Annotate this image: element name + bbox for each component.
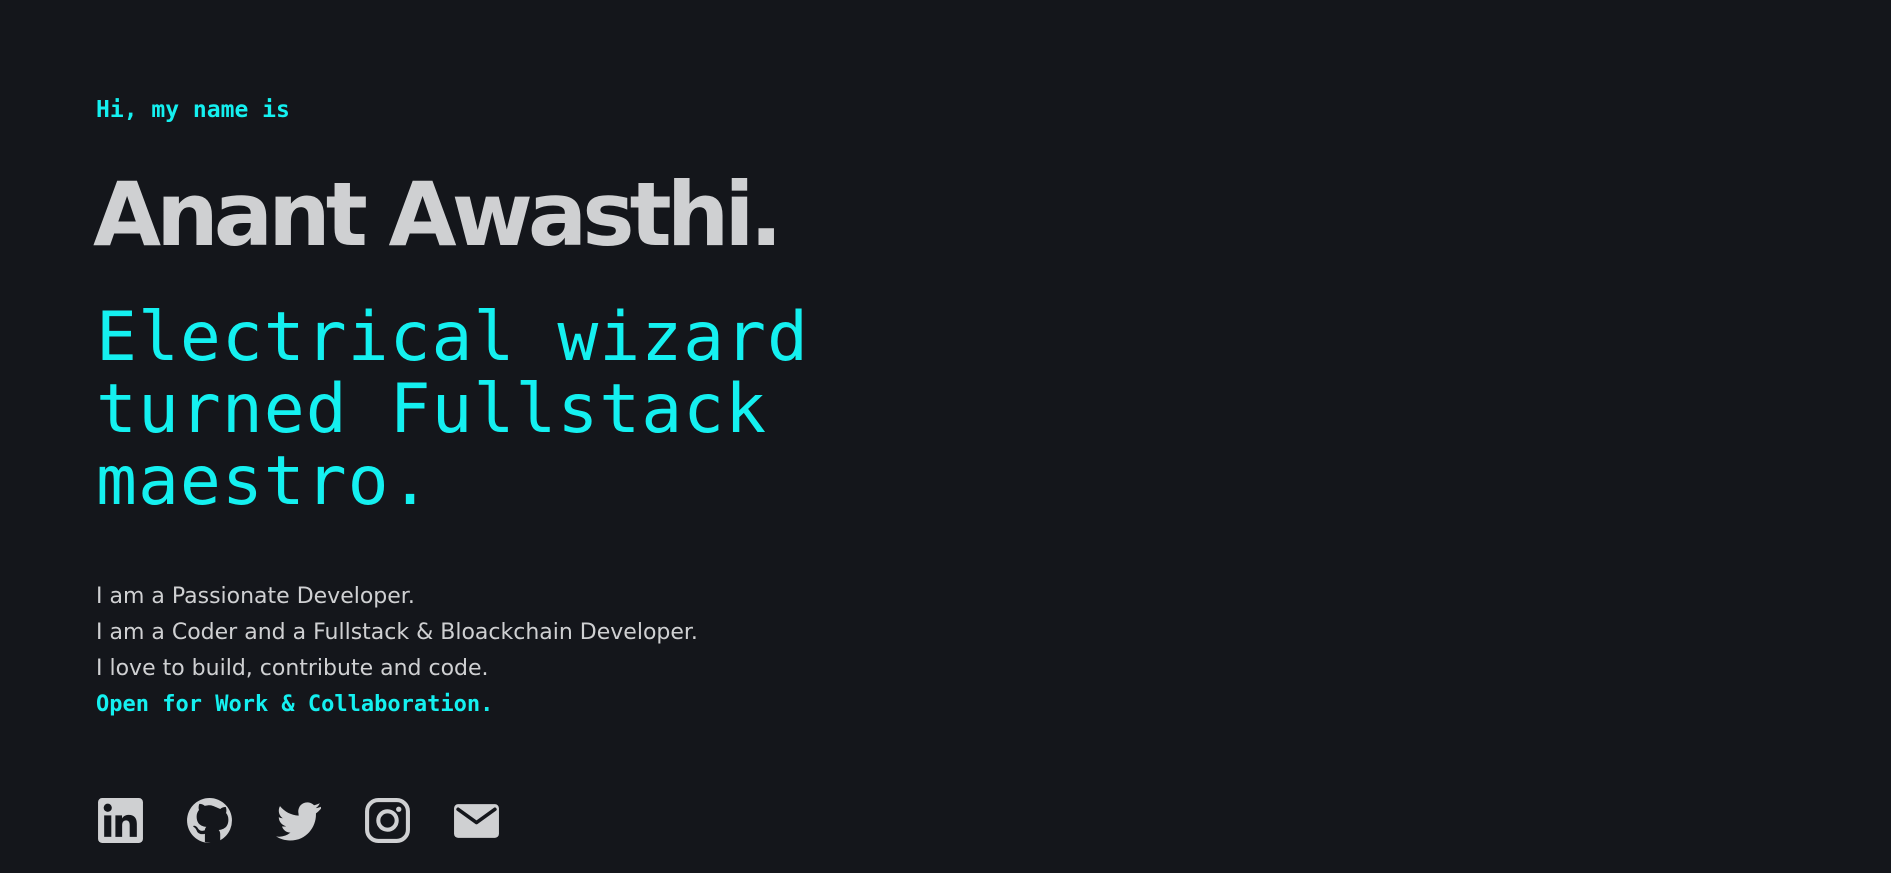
linkedin-icon: [98, 798, 143, 843]
bio-line: I am a Passionate Developer.: [96, 584, 415, 609]
greeting-text: Hi, my name is: [96, 97, 290, 123]
tagline-line: Electrical wizard: [96, 298, 809, 377]
twitter-link[interactable]: [274, 796, 323, 845]
github-link[interactable]: [185, 796, 234, 845]
bio-line: I love to build, contribute and code.: [96, 656, 489, 681]
tagline-line: turned Fullstack: [96, 370, 768, 449]
linkedin-link[interactable]: [96, 796, 145, 845]
bio-line: I am a Coder and a Fullstack & Bloackcha…: [96, 620, 698, 645]
twitter-icon: [276, 802, 321, 841]
tagline-line: maestro.: [96, 442, 432, 521]
hero-name: Anant Awasthi.: [93, 163, 783, 266]
email-link[interactable]: [452, 796, 501, 845]
github-icon: [187, 798, 232, 843]
instagram-link[interactable]: [363, 796, 412, 845]
hero-tagline: Electrical wizard turned Fullstack maest…: [96, 302, 996, 518]
bio-block: I am a Passionate Developer. I am a Code…: [96, 579, 996, 723]
open-for-work-text: Open for Work & Collaboration.: [96, 692, 494, 717]
mail-icon: [454, 804, 499, 838]
instagram-icon: [365, 798, 410, 843]
social-links: [96, 796, 501, 845]
